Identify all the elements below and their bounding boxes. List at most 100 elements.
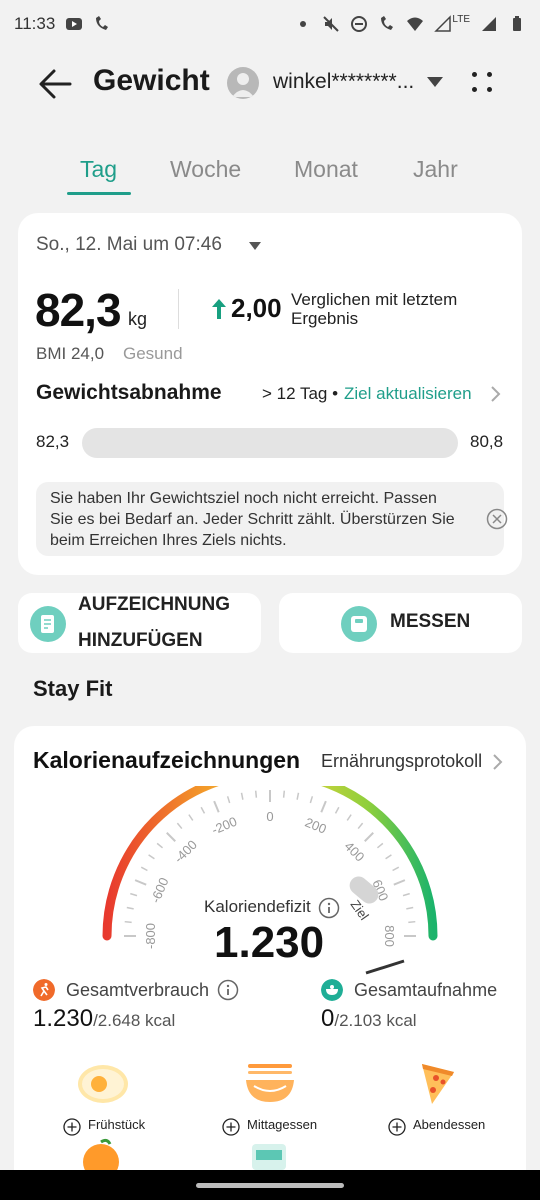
account-name[interactable]: winkel********...: [273, 70, 414, 94]
total-consumption-label: Gesamtverbrauch: [66, 980, 210, 1000]
gauge-tick-label: 400: [342, 839, 368, 865]
gauge-tick: [402, 892, 410, 897]
gauge-tick: [376, 842, 384, 849]
meal-lunch[interactable]: Mittagessen: [200, 1062, 340, 1142]
intake-value: 0: [321, 1005, 335, 1032]
account-dropdown-icon[interactable]: [427, 77, 443, 87]
total-intake-value: 0/2.103 kcal: [321, 1005, 417, 1033]
deficit-label: Kaloriendefizit: [204, 897, 311, 916]
chevron-right-icon[interactable]: [488, 385, 502, 403]
goal-progress-bar: [82, 428, 458, 458]
divider: [178, 289, 179, 329]
navigation-bar: [0, 1170, 540, 1200]
nutrition-log-link[interactable]: Ernährungsprotokoll: [321, 751, 482, 772]
weight-delta: 2,00: [231, 293, 282, 323]
volte-icon: [381, 16, 394, 30]
gauge-tick-label: 0: [266, 809, 273, 824]
youtube-icon: [66, 18, 83, 30]
active-tab-indicator: [67, 192, 131, 195]
gauge-tick-label: -200: [209, 814, 239, 838]
tab-tag[interactable]: Tag: [80, 156, 117, 183]
weight-value: 82,3: [35, 284, 122, 336]
gauge-tick: [188, 814, 194, 821]
more-options-icon[interactable]: [470, 70, 496, 96]
close-icon[interactable]: [486, 508, 508, 530]
gauge-tick: [406, 906, 414, 910]
info-icon[interactable]: [318, 897, 340, 919]
gauge-needle: [365, 959, 405, 975]
goal-tip-text: Sie haben Ihr Gewichtsziel noch nicht er…: [50, 490, 455, 549]
gauge-tick: [357, 822, 364, 830]
goal-bar-end: 80,8: [470, 432, 504, 451]
calorie-records-card: Kalorienaufzeichnungen Ernährungsprotoko…: [14, 726, 526, 1200]
goal-label: Gewichtsabnahme: [36, 381, 222, 404]
running-icon: [33, 979, 55, 1001]
goal-days: > 12 Tag •: [262, 384, 339, 403]
person-icon: [232, 73, 254, 97]
meal-breakfast[interactable]: Frühstück: [33, 1062, 173, 1142]
consumption-total: /2.648 kcal: [93, 1011, 176, 1030]
goal-bar-start: 82,3: [36, 432, 70, 451]
gauge-tick: [130, 892, 138, 897]
section-title: Stay Fit: [33, 676, 113, 701]
chevron-right-icon[interactable]: [490, 753, 504, 771]
gauge-tick: [148, 854, 155, 860]
tab-jahr[interactable]: Jahr: [413, 156, 458, 183]
gauge-tick: [364, 832, 374, 842]
add-circle-icon[interactable]: [222, 1118, 240, 1136]
add-circle-icon[interactable]: [63, 1118, 81, 1136]
update-goal-link[interactable]: Ziel aktualisieren: [344, 384, 472, 404]
measure-label: MESSEN: [390, 611, 471, 632]
add-record-label: AUFZEICHNUNG HINZUFÜGEN: [78, 594, 230, 651]
total-consumption-value: 1.230/2.648 kcal: [33, 1005, 175, 1033]
add-circle-icon[interactable]: [388, 1118, 406, 1136]
add-record-button[interactable]: AUFZEICHNUNG HINZUFÜGEN: [18, 593, 261, 653]
gauge-tick: [296, 792, 300, 800]
pizza-icon: [422, 1064, 454, 1104]
bmi-value: BMI 24,0: [36, 344, 105, 363]
gauge-tick: [392, 866, 400, 872]
gauge-tick-label: 800: [382, 925, 397, 947]
battery-icon: [513, 16, 521, 31]
gauge-tick: [393, 879, 406, 886]
gauge-tick: [166, 832, 176, 842]
gauge-tick: [213, 800, 220, 813]
gauge-tick: [408, 920, 416, 924]
meal-label: Frühstück: [88, 1117, 146, 1132]
measure-button[interactable]: MESSEN: [279, 593, 522, 653]
total-intake-label: Gesamtaufnahme: [354, 980, 498, 1000]
intake-total: /2.103 kcal: [334, 1011, 417, 1030]
gauge-tick: [346, 814, 352, 821]
egg-icon: [78, 1065, 128, 1103]
gauge-tick: [200, 806, 206, 814]
signal-icon: [434, 15, 452, 32]
avatar[interactable]: [227, 67, 259, 99]
gauge-tick: [309, 796, 314, 804]
status-bar: 11:33 LTE: [0, 0, 540, 48]
measurement-date[interactable]: So., 12. Mai um 07:46: [36, 234, 222, 256]
page-title: Gewicht: [93, 64, 210, 97]
food-bowl-icon: [321, 979, 343, 1001]
gauge-tick: [134, 879, 147, 886]
arrow-up-icon: [212, 299, 226, 319]
back-arrow-icon[interactable]: [36, 66, 76, 102]
calorie-records-title: Kalorienaufzeichnungen: [33, 747, 301, 773]
app-bar: Gewicht winkel********...: [0, 52, 540, 116]
gauge-tick: [282, 790, 286, 798]
date-dropdown-icon[interactable]: [249, 242, 261, 250]
dot-icon: [300, 21, 307, 27]
tab-monat[interactable]: Monat: [294, 156, 358, 183]
gauge-tick: [226, 796, 231, 804]
meal-label: Mittagessen: [247, 1117, 318, 1132]
gauge-tick: [124, 920, 132, 924]
gauge-tick: [254, 790, 258, 798]
mute-icon: [323, 16, 340, 32]
info-icon[interactable]: [217, 979, 239, 1001]
meal-dinner[interactable]: Abendessen: [366, 1062, 506, 1142]
network-type: LTE: [452, 13, 470, 25]
goal-tip-banner: Sie haben Ihr Gewichtsziel noch nicht er…: [36, 482, 508, 556]
tab-woche[interactable]: Woche: [170, 156, 241, 183]
wifi-call-icon: [96, 16, 109, 30]
gauge-tick: [385, 854, 392, 860]
home-gesture-handle[interactable]: [196, 1183, 344, 1188]
